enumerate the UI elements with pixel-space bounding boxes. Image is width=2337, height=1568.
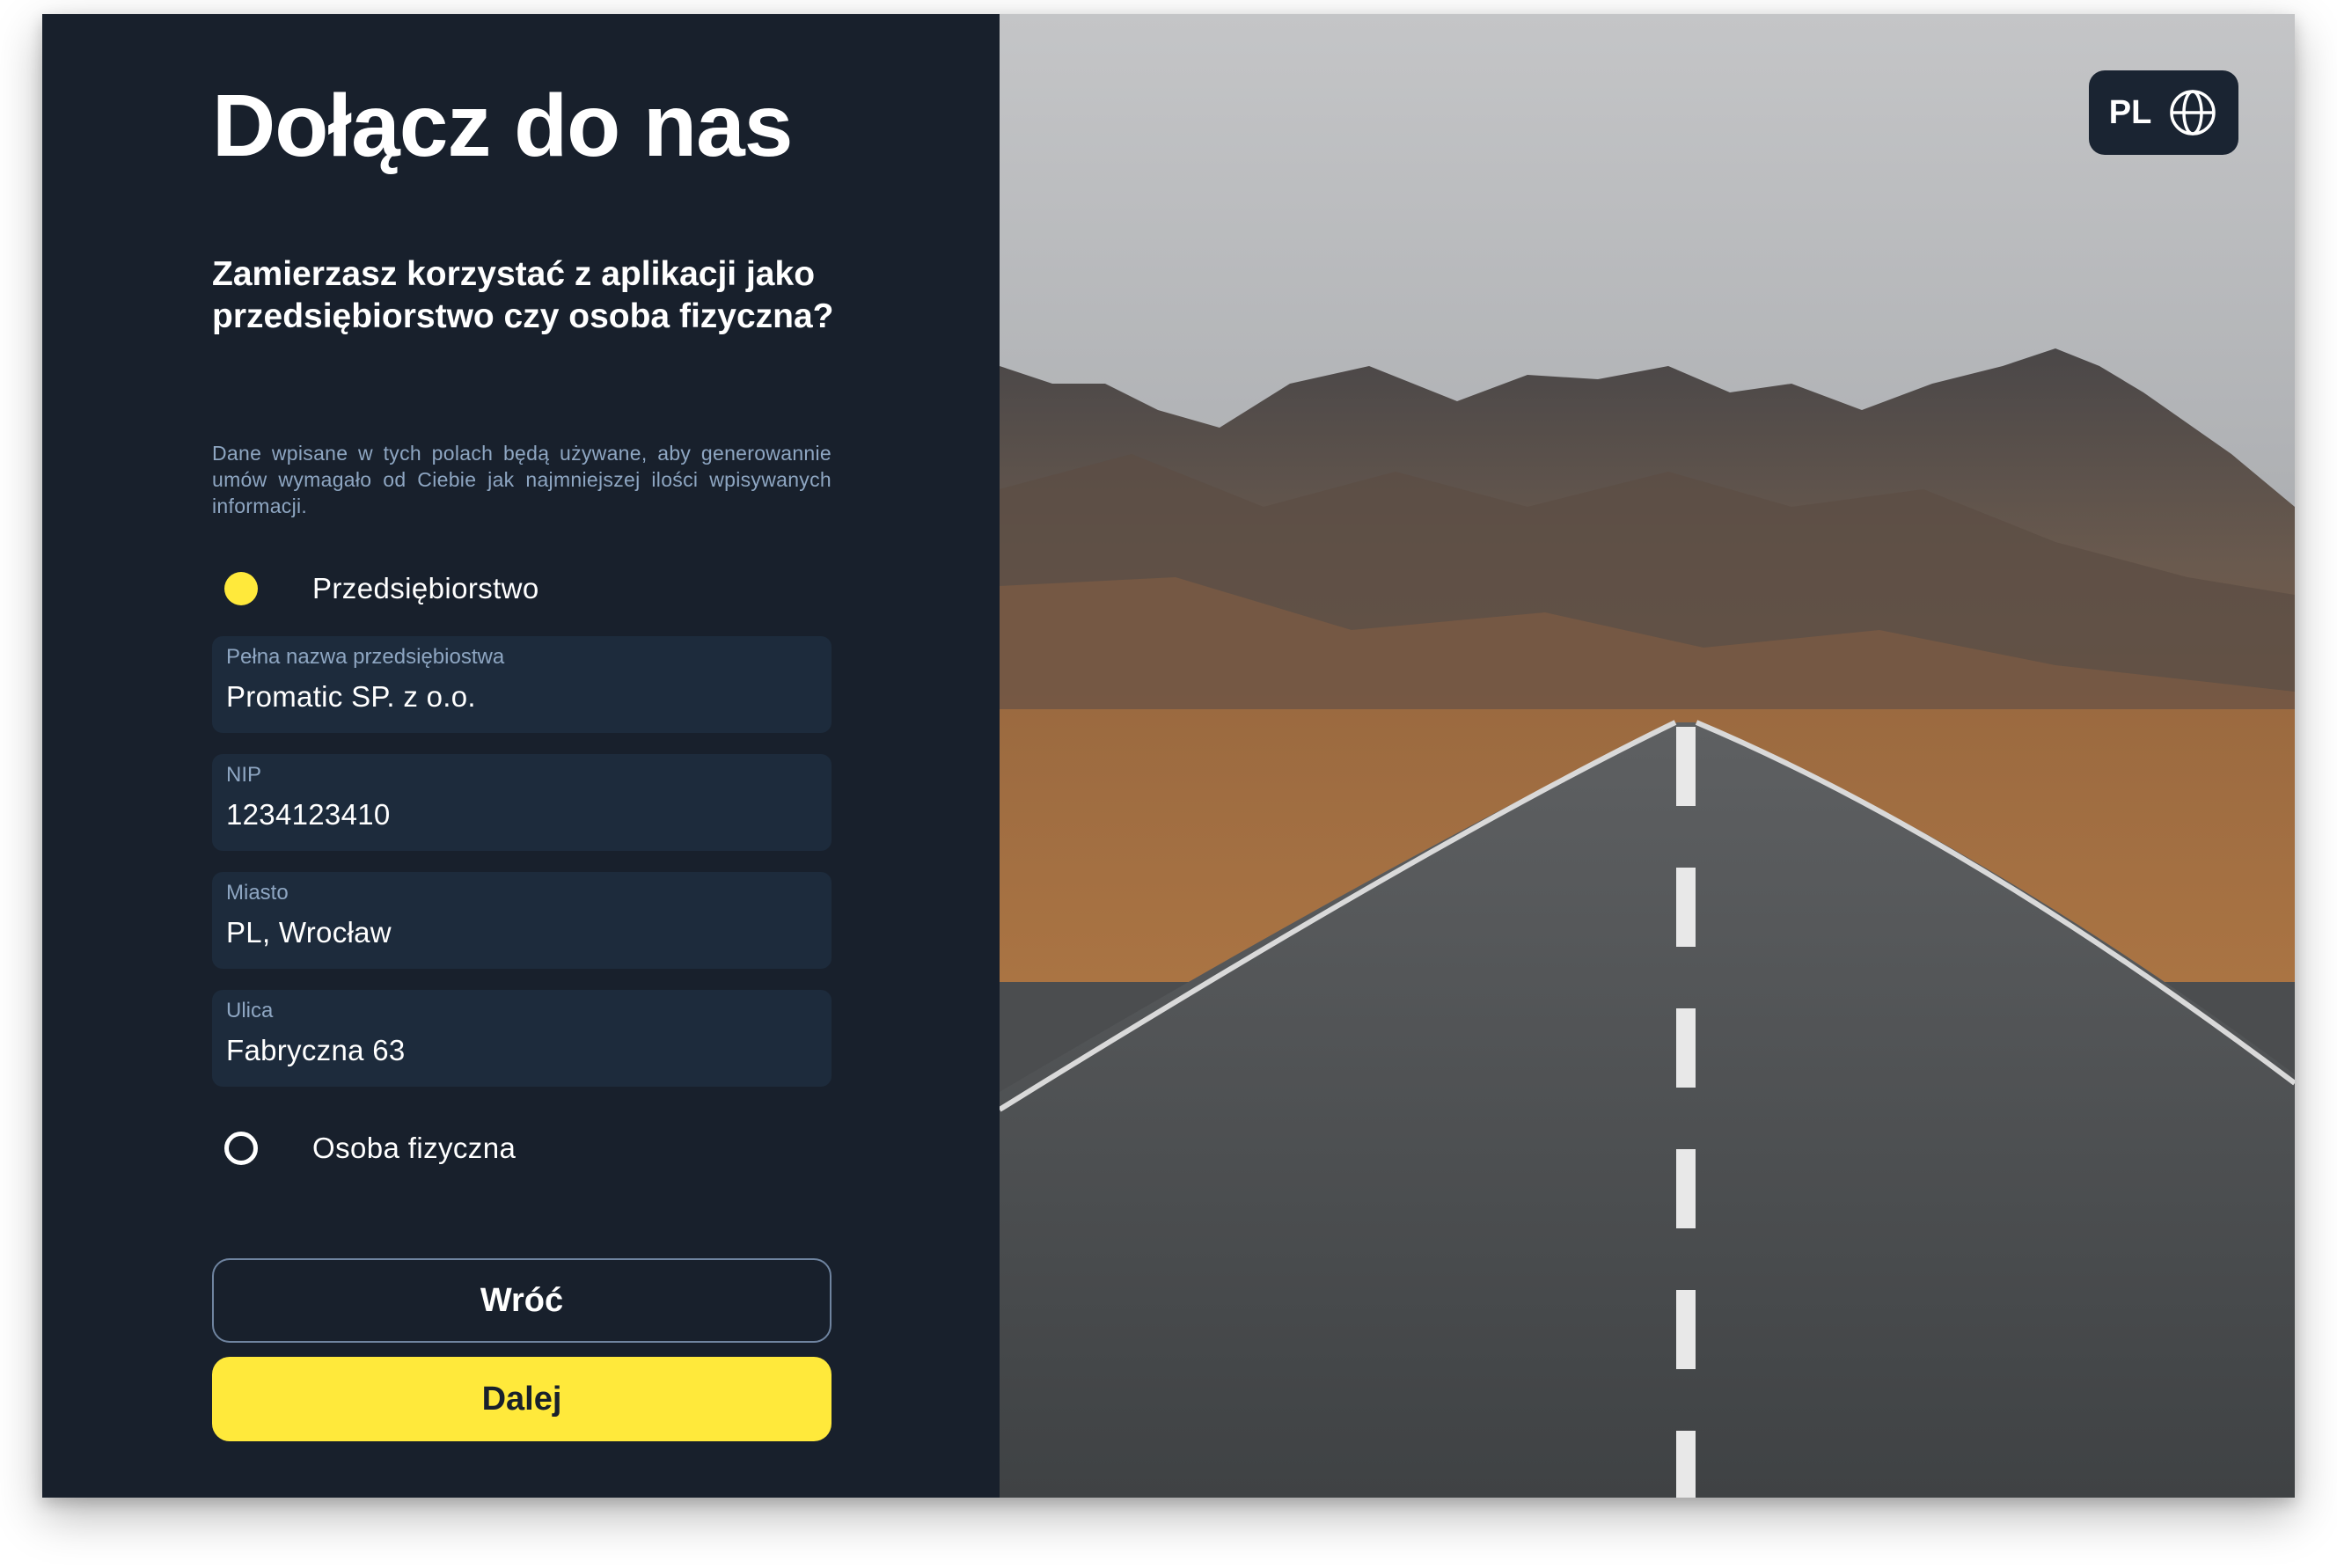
city-label: Miasto [226,881,289,905]
radio-option-company[interactable]: Przedsiębiorstwo [224,572,539,605]
language-code: PL [2108,93,2152,131]
signup-panel: Dołącz do nas Zamierzasz korzystać z apl… [42,14,1000,1498]
company-name-value[interactable]: Promatic SP. z o.o. [226,680,817,714]
globe-icon [2170,90,2216,136]
street-value[interactable]: Fabryczna 63 [226,1034,817,1067]
radio-label-person: Osoba fizyczna [312,1132,516,1164]
nip-field[interactable]: NIP 1234123410 [212,754,832,851]
hero-image-panel: PL [1000,14,2295,1498]
next-button[interactable]: Dalej [212,1357,832,1441]
page-title: Dołącz do nas [212,77,793,175]
company-name-field[interactable]: Pełna nazwa przedsiębiostwa Promatic SP.… [212,636,832,733]
radio-option-person[interactable]: Osoba fizyczna [224,1132,516,1165]
nip-label: NIP [226,763,262,787]
radio-checked-icon[interactable] [224,572,258,605]
road-mountain-photo [1000,14,2295,1498]
street-label: Ulica [226,999,274,1022]
info-text: Dane wpisane w tych polach będą używane,… [212,442,832,517]
language-selector[interactable]: PL [2089,70,2238,155]
street-field[interactable]: Ulica Fabryczna 63 [212,990,832,1087]
company-name-label: Pełna nazwa przedsiębiostwa [226,645,505,669]
city-value[interactable]: PL, Wrocław [226,916,817,949]
account-type-question: Zamierzasz korzystać z aplikacji jako pr… [212,255,834,335]
nip-value[interactable]: 1234123410 [226,798,817,832]
city-field[interactable]: Miasto PL, Wrocław [212,872,832,969]
signup-window: Dołącz do nas Zamierzasz korzystać z apl… [42,14,2295,1498]
radio-unchecked-icon[interactable] [224,1132,258,1165]
radio-label-company: Przedsiębiorstwo [312,572,539,604]
back-button[interactable]: Wróć [212,1258,832,1343]
